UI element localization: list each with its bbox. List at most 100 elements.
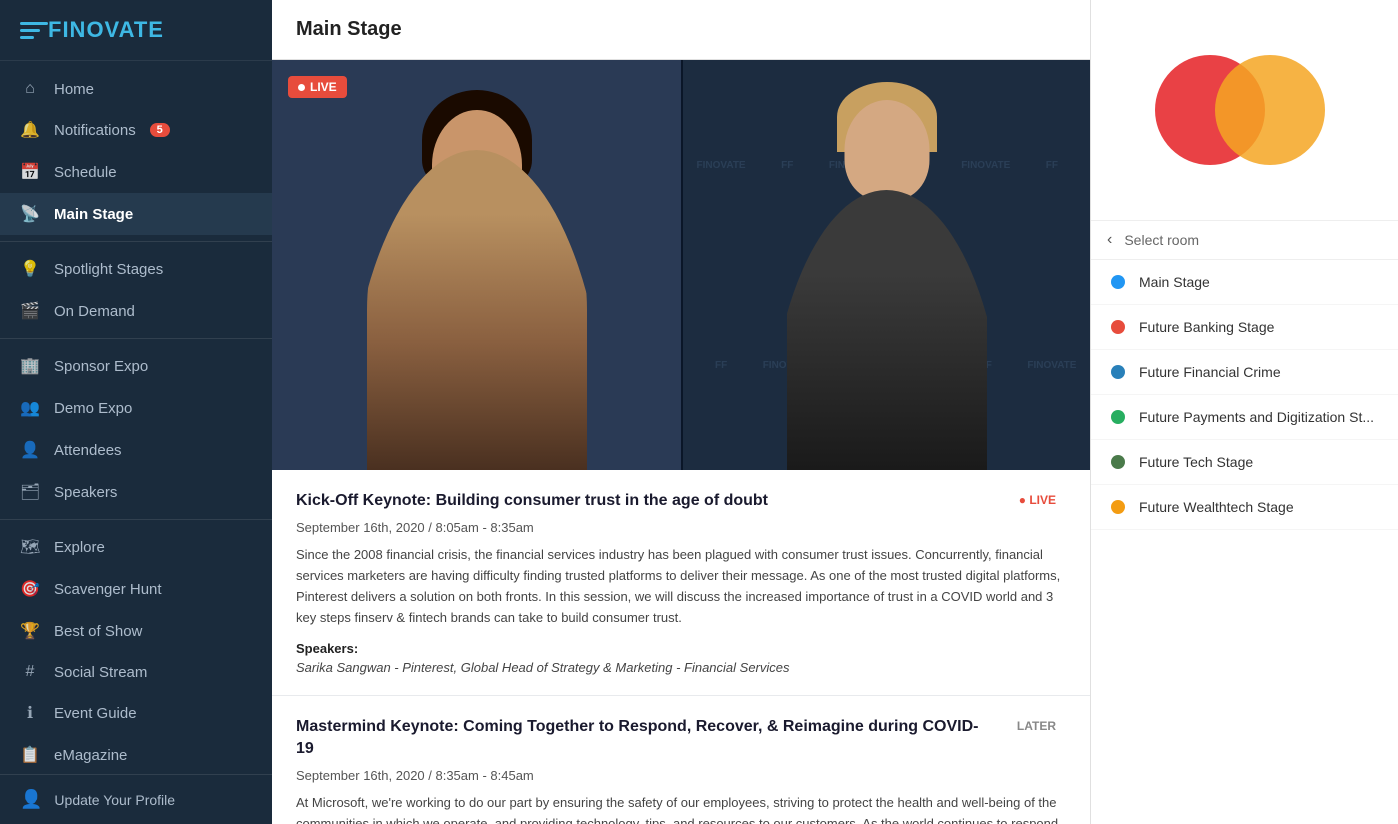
sidebar-item-label: Scavenger Hunt [54,581,162,598]
video-background: FINOVATE FF FINOVATE FF FINOVATE FF FF F… [272,60,1090,470]
sidebar-item-explore[interactable]: 🗺 Explore [0,526,272,568]
room-item-future-payments[interactable]: Future Payments and Digitization St... [1091,395,1398,440]
sidebar-item-best-of-show[interactable]: 🏆 Best of Show [0,610,272,652]
spotlight-icon: 💡 [20,259,40,279]
video-icon: 🎬 [20,301,40,321]
nav-section-top: ⌂ Home 🔔 Notifications 5 📅 Schedule 📡 Ma… [0,61,272,774]
session-header-2: Mastermind Keynote: Coming Together to R… [296,716,1066,761]
sidebar-item-scavenger[interactable]: 🎯 Scavenger Hunt [0,568,272,610]
mc-circle-orange [1215,55,1325,165]
room-dot-future-financial-crime [1111,365,1125,379]
sidebar-item-label: Event Guide [54,705,137,722]
main-content: Main Stage FINOVATE [272,0,1398,824]
room-dot-main-stage [1111,275,1125,289]
room-name-future-tech: Future Tech Stage [1139,454,1253,470]
sidebar-item-label: Schedule [54,164,117,181]
sidebar-item-label: Social Stream [54,664,147,681]
sidebar-item-event-guide[interactable]: ℹ Event Guide [0,692,272,734]
live-indicator: LIVE [288,76,347,98]
sidebar: FINOVATE ⌂ Home 🔔 Notifications 5 📅 Sche… [0,0,272,824]
room-item-future-financial-crime[interactable]: Future Financial Crime [1091,350,1398,395]
sidebar-item-label: Speakers [54,484,117,501]
room-dot-future-payments [1111,410,1125,424]
sidebar-item-social-stream[interactable]: # Social Stream [0,652,272,692]
video-splits: FINOVATE FF FINOVATE FF FINOVATE FF FF F… [272,60,1090,470]
sidebar-item-spotlight[interactable]: 💡 Spotlight Stages [0,248,272,290]
explore-icon: 🗺 [20,537,40,557]
video-player[interactable]: FINOVATE FF FINOVATE FF FINOVATE FF FF F… [272,60,1090,470]
speakers-icon: 🗂 [20,482,40,502]
room-name-future-financial-crime: Future Financial Crime [1139,364,1281,380]
trophy-icon: 🏆 [20,621,40,641]
sidebar-item-sponsor-expo[interactable]: 🏢 Sponsor Expo [0,345,272,387]
mastercard-circles [1155,55,1335,175]
home-icon: ⌂ [20,80,40,98]
logo-area: FINOVATE [0,0,272,61]
sidebar-item-label: Home [54,81,94,98]
room-name-future-banking: Future Banking Stage [1139,319,1274,335]
magazine-icon: 📋 [20,745,40,765]
room-dot-future-wealthtech [1111,500,1125,514]
session-header-1: Kick-Off Keynote: Building consumer trus… [296,490,1066,512]
sidebar-item-emagazine[interactable]: 📋 eMagazine [0,734,272,774]
chevron-left-icon: ‹ [1107,231,1112,249]
sidebar-item-demo-expo[interactable]: 👥 Demo Expo [0,387,272,429]
sponsor-icon: 🏢 [20,356,40,376]
sidebar-item-label: Sponsor Expo [54,358,148,375]
session-card-2: Mastermind Keynote: Coming Together to R… [272,696,1090,824]
sidebar-item-label: Explore [54,539,105,556]
page-title: Main Stage [272,0,1090,60]
sidebar-item-label: Demo Expo [54,400,132,417]
sidebar-item-schedule[interactable]: 📅 Schedule [0,151,272,193]
room-item-future-banking[interactable]: Future Banking Stage [1091,305,1398,350]
session-card-1: Kick-Off Keynote: Building consumer trus… [272,470,1090,696]
sidebar-item-label: Spotlight Stages [54,261,163,278]
nav-divider-3 [0,519,272,520]
content-area: Main Stage FINOVATE [272,0,1398,824]
person-face-right [844,100,929,200]
video-right: FINOVATE FF FINOVATE FF FINOVATE FF FF F… [681,60,1090,470]
room-dot-future-banking [1111,320,1125,334]
room-selector[interactable]: ‹ Select room [1091,220,1398,260]
sidebar-item-home[interactable]: ⌂ Home [0,69,272,109]
room-list: Main Stage Future Banking Stage Future F… [1091,260,1398,824]
sidebar-item-label: On Demand [54,303,135,320]
center-panel: Main Stage FINOVATE [272,0,1090,824]
bell-icon: 🔔 [20,120,40,140]
sidebar-item-label: Attendees [54,442,122,459]
room-item-future-wealthtech[interactable]: Future Wealthtech Stage [1091,485,1398,530]
sidebar-item-speakers[interactable]: 🗂 Speakers [0,471,272,513]
calendar-icon: 📅 [20,162,40,182]
room-item-main-stage[interactable]: Main Stage [1091,260,1398,305]
live-dot [298,84,305,91]
room-name-future-payments: Future Payments and Digitization St... [1139,409,1374,425]
sidebar-item-main-stage[interactable]: 📡 Main Stage [0,193,272,235]
notification-badge: 5 [150,123,170,137]
demo-icon: 👥 [20,398,40,418]
live-label: LIVE [310,80,337,94]
sidebar-item-on-demand[interactable]: 🎬 On Demand [0,290,272,332]
session-desc-2: At Microsoft, we're working to do our pa… [296,793,1066,824]
sidebar-item-notifications[interactable]: 🔔 Notifications 5 [0,109,272,151]
session-desc-1: Since the 2008 financial crisis, the fin… [296,545,1066,628]
sidebar-item-label: Main Stage [54,206,133,223]
room-name-main-stage: Main Stage [1139,274,1210,290]
session-title-1: Kick-Off Keynote: Building consumer trus… [296,490,1009,512]
update-profile-button[interactable]: 👤 Update Your Profile [0,774,272,824]
room-dot-future-tech [1111,455,1125,469]
person-silhouette-left [367,150,587,470]
sidebar-item-attendees[interactable]: 👤 Attendees [0,429,272,471]
select-room-label: Select room [1124,232,1382,248]
session-status-2: LATER [1007,716,1066,736]
session-time-2: September 16th, 2020 / 8:35am - 8:45am [296,768,1066,783]
room-name-future-wealthtech: Future Wealthtech Stage [1139,499,1294,515]
logo-text: FINOVATE [48,17,164,43]
broadcast-icon: 📡 [20,204,40,224]
right-panel: ‹ Select room Main Stage Future Banking … [1090,0,1398,824]
nav-divider-2 [0,338,272,339]
profile-label: Update Your Profile [54,792,175,808]
attendees-icon: 👤 [20,440,40,460]
session-status-1: LIVE [1009,490,1066,510]
room-item-future-tech[interactable]: Future Tech Stage [1091,440,1398,485]
session-speakers-label-1: Speakers: [296,641,1066,656]
